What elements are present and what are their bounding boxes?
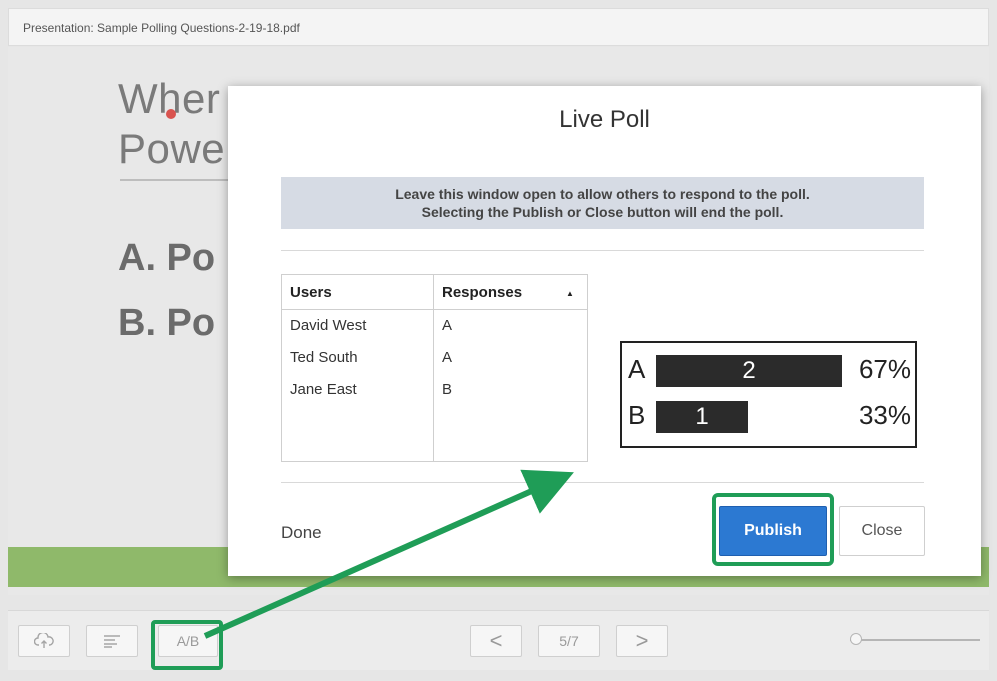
laser-pointer-dot xyxy=(166,109,176,119)
result-row-a: A 2 67% xyxy=(622,349,915,389)
info-line-1: Leave this window open to allow others t… xyxy=(395,186,810,202)
presentation-title: Presentation: Sample Polling Questions-2… xyxy=(23,21,300,35)
user-name: Ted South xyxy=(290,349,358,366)
table-row: Jane East B xyxy=(282,375,587,409)
result-bar: 2 xyxy=(656,355,842,387)
zoom-slider-handle[interactable] xyxy=(850,633,862,645)
list-button[interactable] xyxy=(86,625,138,657)
list-icon xyxy=(104,635,120,648)
page-indicator: 5/7 xyxy=(538,625,600,657)
poll-info-banner: Leave this window open to allow others t… xyxy=(281,177,924,229)
header-divider xyxy=(282,309,587,310)
dialog-title: Live Poll xyxy=(559,106,650,133)
responses-table: Users Responses ▲ David West A Ted South… xyxy=(281,274,588,462)
result-row-b: B 1 33% xyxy=(622,395,915,435)
user-name: Jane East xyxy=(290,381,357,398)
result-bar: 1 xyxy=(656,401,748,433)
column-header-responses-label: Responses xyxy=(442,284,523,301)
ab-highlight-box xyxy=(151,620,223,670)
user-response: A xyxy=(442,317,453,334)
next-slide-button[interactable]: > xyxy=(616,625,668,657)
cloud-upload-icon xyxy=(34,633,54,648)
result-percent: 67% xyxy=(858,354,911,384)
previous-slide-button[interactable]: < xyxy=(470,625,522,657)
dialog-divider xyxy=(281,250,924,251)
table-row: David West A xyxy=(282,311,587,345)
result-percent: 33% xyxy=(858,400,911,430)
user-response: B xyxy=(442,381,453,398)
poll-results-chart: A 2 67% B 1 33% xyxy=(620,341,917,448)
table-row: Ted South A xyxy=(282,343,587,377)
live-poll-dialog: Live Poll Leave this window open to allo… xyxy=(228,86,981,576)
sort-ascending-icon[interactable]: ▲ xyxy=(566,289,574,298)
slide-title-line-2: Powe xyxy=(118,125,226,172)
column-header-users[interactable]: Users xyxy=(282,275,433,309)
upload-button[interactable] xyxy=(18,625,70,657)
user-name: David West xyxy=(290,317,367,334)
dialog-divider xyxy=(281,482,924,483)
slide-option-a: A. Po xyxy=(118,237,216,279)
column-header-responses[interactable]: Responses ▲ xyxy=(434,275,588,309)
close-button[interactable]: Close xyxy=(839,506,925,556)
result-letter: A xyxy=(628,354,646,384)
publish-highlight-box xyxy=(712,493,834,566)
user-response: A xyxy=(442,349,453,366)
slide-option-b: B. Po xyxy=(118,302,216,344)
zoom-slider[interactable] xyxy=(850,633,980,645)
info-line-2: Selecting the Publish or Close button wi… xyxy=(421,204,784,220)
done-link[interactable]: Done xyxy=(281,523,322,543)
result-letter: B xyxy=(628,400,646,430)
presentation-title-bar: Presentation: Sample Polling Questions-2… xyxy=(8,8,989,46)
presentation-app: Presentation: Sample Polling Questions-2… xyxy=(0,0,997,681)
